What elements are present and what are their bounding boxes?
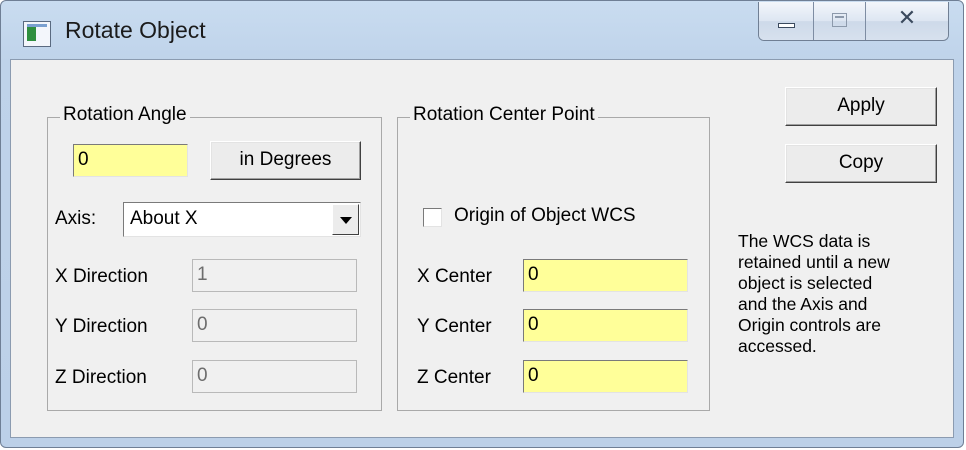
info-line: The WCS data is bbox=[738, 231, 871, 251]
origin-checkbox[interactable] bbox=[423, 208, 442, 227]
y-direction-label: Y Direction bbox=[55, 316, 148, 337]
rotate-object-window: Rotate Object ✕ Rotation Angle 0 in Degr… bbox=[0, 0, 964, 448]
rotation-center-group-title: Rotation Center Point bbox=[410, 104, 598, 126]
z-direction-label: Z Direction bbox=[55, 367, 147, 388]
y-center-label: Y Center bbox=[417, 316, 492, 337]
minimize-button[interactable] bbox=[759, 2, 814, 40]
title-bar[interactable]: Rotate Object ✕ bbox=[1, 1, 963, 59]
caption-buttons: ✕ bbox=[758, 2, 949, 41]
axis-select[interactable]: About X bbox=[123, 202, 361, 237]
axis-dropdown-button[interactable] bbox=[332, 204, 359, 235]
info-line: object is selected bbox=[738, 273, 873, 293]
info-line: retained until a new bbox=[738, 252, 890, 272]
app-icon bbox=[23, 21, 51, 47]
x-center-label: X Center bbox=[417, 266, 492, 287]
maximize-icon bbox=[832, 13, 847, 27]
minimize-icon bbox=[778, 23, 795, 28]
rotation-angle-group-title: Rotation Angle bbox=[60, 104, 190, 126]
rotation-angle-input[interactable]: 0 bbox=[73, 144, 188, 177]
info-line: accessed. bbox=[738, 336, 817, 356]
info-line: Origin controls are bbox=[738, 315, 881, 335]
origin-checkbox-label[interactable]: Origin of Object WCS bbox=[454, 205, 636, 227]
axis-label: Axis: bbox=[55, 208, 97, 229]
x-direction-field: 1 bbox=[192, 259, 357, 292]
apply-button[interactable]: Apply bbox=[785, 87, 937, 126]
maximize-button bbox=[814, 2, 866, 40]
y-center-input[interactable]: 0 bbox=[523, 309, 688, 342]
dialog-client-area: Rotation Angle 0 in Degrees Axis: About … bbox=[10, 59, 954, 438]
z-center-input[interactable]: 0 bbox=[523, 360, 688, 393]
wcs-info-text: The WCS data is retained until a new obj… bbox=[738, 231, 938, 357]
z-center-label: Z Center bbox=[417, 367, 491, 388]
y-direction-field: 0 bbox=[192, 309, 357, 342]
copy-button[interactable]: Copy bbox=[785, 144, 937, 183]
z-direction-field: 0 bbox=[192, 360, 357, 393]
window-title: Rotate Object bbox=[65, 17, 206, 43]
units-button[interactable]: in Degrees bbox=[210, 141, 361, 180]
close-icon: ✕ bbox=[897, 6, 917, 31]
chevron-down-icon bbox=[340, 217, 352, 224]
info-line: and the Axis and bbox=[738, 294, 868, 314]
close-button[interactable]: ✕ bbox=[866, 2, 948, 40]
x-center-input[interactable]: 0 bbox=[523, 259, 688, 292]
axis-selected-value: About X bbox=[130, 208, 198, 229]
x-direction-label: X Direction bbox=[55, 266, 148, 287]
